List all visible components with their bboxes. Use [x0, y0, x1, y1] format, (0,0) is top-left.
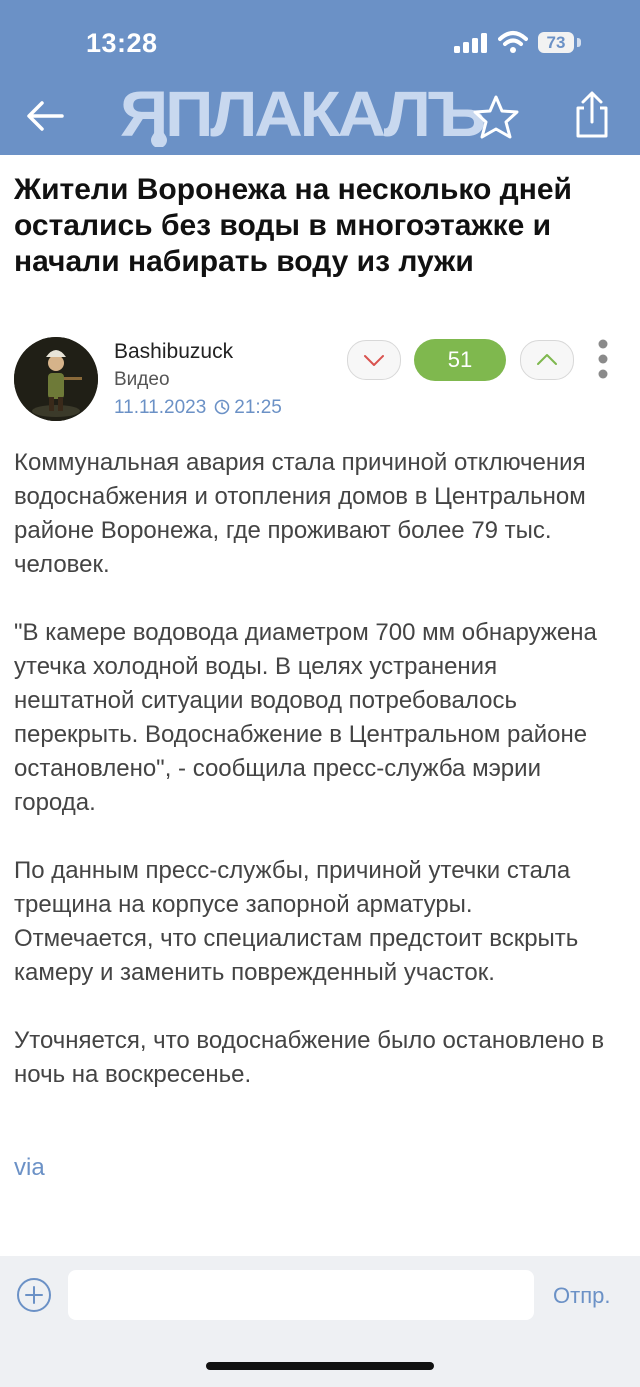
back-arrow-icon[interactable] — [22, 92, 70, 140]
clock-icon — [214, 399, 230, 415]
home-indicator — [206, 1362, 434, 1370]
send-button[interactable]: Отпр. — [553, 1283, 610, 1309]
battery-tip — [577, 38, 581, 47]
signal-icon — [454, 33, 487, 53]
site-logo[interactable]: ЯПЛАКАЛЪ — [120, 82, 486, 146]
status-time: 13:28 — [86, 28, 158, 58]
article-datetime: 11.11.2023 21:25 — [114, 397, 282, 419]
via-link[interactable]: via — [14, 1154, 45, 1182]
paragraph: "В камере водовода диаметром 700 мм обна… — [14, 619, 597, 816]
avatar-image — [14, 337, 98, 421]
vote-up-icon — [537, 354, 557, 365]
article-category[interactable]: Видео — [114, 369, 170, 391]
wifi-icon — [498, 31, 528, 53]
paragraph: Уточняется, что водоснабжение было остан… — [14, 1027, 605, 1088]
article-date: 11.11.2023 — [114, 397, 207, 418]
author-name[interactable]: Bashibuzuck — [114, 340, 233, 364]
vote-down-icon — [364, 355, 384, 366]
battery-indicator: 73 — [538, 32, 574, 53]
article-body: Коммунальная авария стала причиной отклю… — [14, 446, 614, 1126]
star-icon[interactable] — [470, 92, 522, 144]
logo-drop-icon — [151, 125, 167, 147]
author-avatar[interactable] — [14, 337, 98, 421]
more-icon[interactable] — [592, 338, 614, 382]
rating-score: 51 — [414, 339, 506, 381]
vote-down-button[interactable] — [347, 340, 401, 380]
share-icon[interactable] — [570, 90, 614, 140]
vote-up-button[interactable] — [520, 340, 574, 380]
article-time: 21:25 — [234, 397, 282, 418]
comment-input[interactable] — [68, 1270, 534, 1320]
paragraph: По данным пресс-службы, причиной утечки … — [14, 857, 579, 986]
article-title: Жители Воронежа на несколько дней остали… — [14, 173, 572, 278]
paragraph: Коммунальная авария стала причиной отклю… — [14, 449, 586, 578]
plus-icon[interactable] — [16, 1277, 52, 1313]
